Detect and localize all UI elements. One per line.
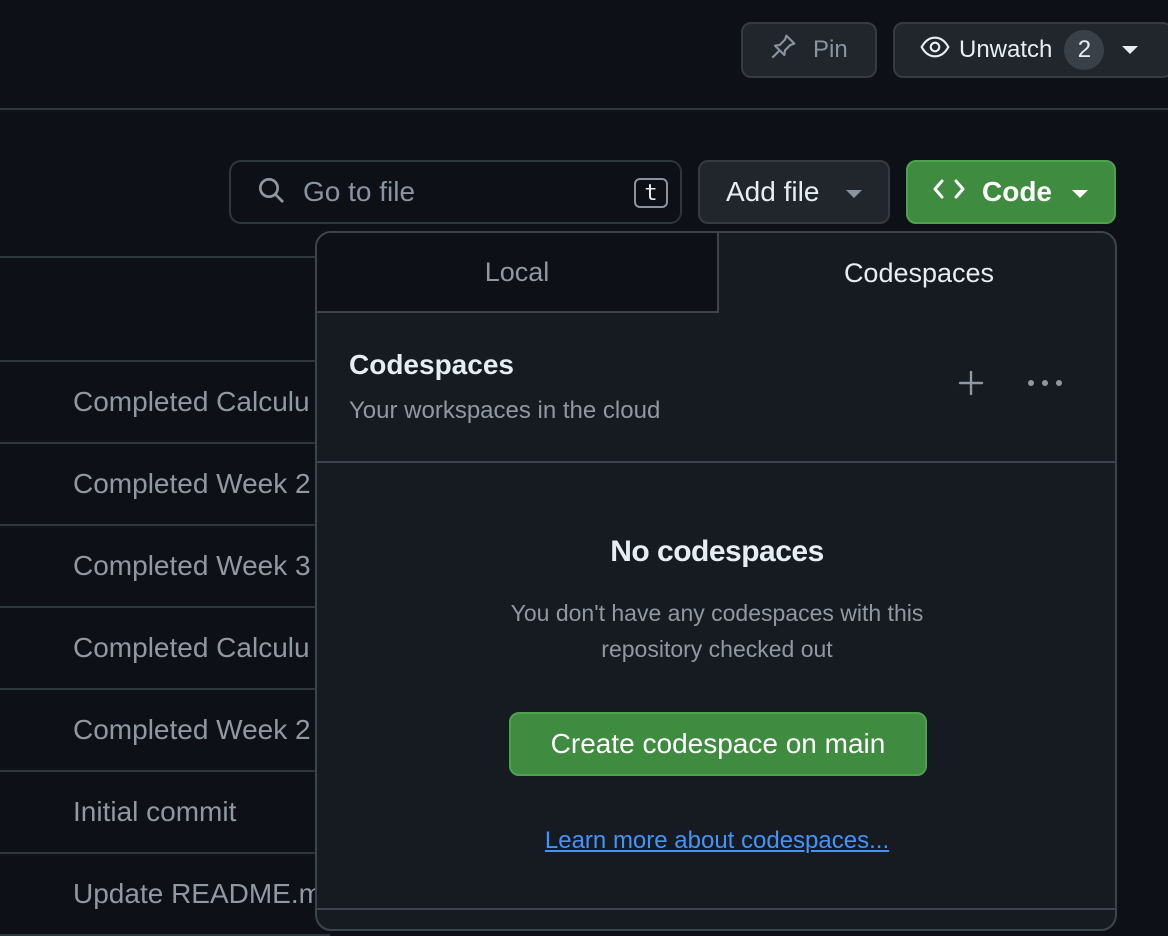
codespaces-title: Codespaces	[349, 349, 514, 380]
create-codespace-button[interactable]: Create codespace on main	[509, 712, 927, 776]
clone-tabs: Local Codespaces	[317, 233, 1115, 313]
tab-codespaces[interactable]: Codespaces	[719, 233, 1115, 313]
code-label: Code	[982, 176, 1052, 207]
caret-down-icon	[846, 190, 862, 198]
pin-label: Pin	[813, 36, 848, 63]
add-file-button[interactable]: Add file	[698, 160, 890, 224]
file-list-header	[0, 256, 330, 362]
commit-message[interactable]: Completed Week 3	[0, 526, 330, 608]
repo-header: Pin Unwatch 2	[0, 0, 1168, 110]
watch-count-badge: 2	[1064, 30, 1105, 70]
empty-state-title: No codespaces	[610, 535, 824, 568]
keyboard-shortcut-hint: t	[634, 178, 668, 208]
kebab-icon[interactable]	[1025, 369, 1065, 397]
codespaces-header: Codespaces Your workspaces in the cloud	[317, 313, 1115, 463]
caret-down-icon	[1072, 190, 1088, 198]
tab-local[interactable]: Local	[317, 233, 719, 313]
pin-icon	[767, 31, 799, 70]
code-button[interactable]: Code	[906, 160, 1116, 224]
go-to-file-search[interactable]: Go to file t	[229, 160, 682, 224]
caret-down-icon	[1122, 46, 1139, 54]
code-dropdown-panel: Local Codespaces Codespaces Your workspa…	[315, 231, 1117, 931]
code-icon	[932, 175, 966, 210]
commit-message[interactable]: Update README.m	[0, 854, 330, 936]
commit-message[interactable]: Completed Calculu	[0, 362, 330, 444]
unwatch-button[interactable]: Unwatch 2	[893, 22, 1168, 78]
pin-button[interactable]: Pin	[741, 22, 877, 78]
eye-icon	[919, 31, 951, 70]
commit-message[interactable]: Completed Calculu	[0, 608, 330, 690]
search-placeholder: Go to file	[303, 176, 416, 207]
search-icon	[255, 174, 287, 211]
empty-state-description: You don't have any codespaces with this …	[510, 600, 924, 662]
file-list: Completed Calculu Completed Week 2 Compl…	[0, 256, 330, 936]
commit-message[interactable]: Completed Week 2	[0, 444, 330, 526]
plus-icon[interactable]	[957, 369, 985, 397]
codespaces-subtitle: Your workspaces in the cloud	[349, 397, 661, 424]
learn-more-link[interactable]: Learn more about codespaces...	[317, 827, 1115, 855]
add-file-label: Add file	[726, 176, 820, 207]
unwatch-label: Unwatch	[959, 36, 1053, 63]
commit-message[interactable]: Initial commit	[0, 772, 330, 854]
commit-message[interactable]: Completed Week 2	[0, 690, 330, 772]
panel-divider	[317, 908, 1115, 910]
